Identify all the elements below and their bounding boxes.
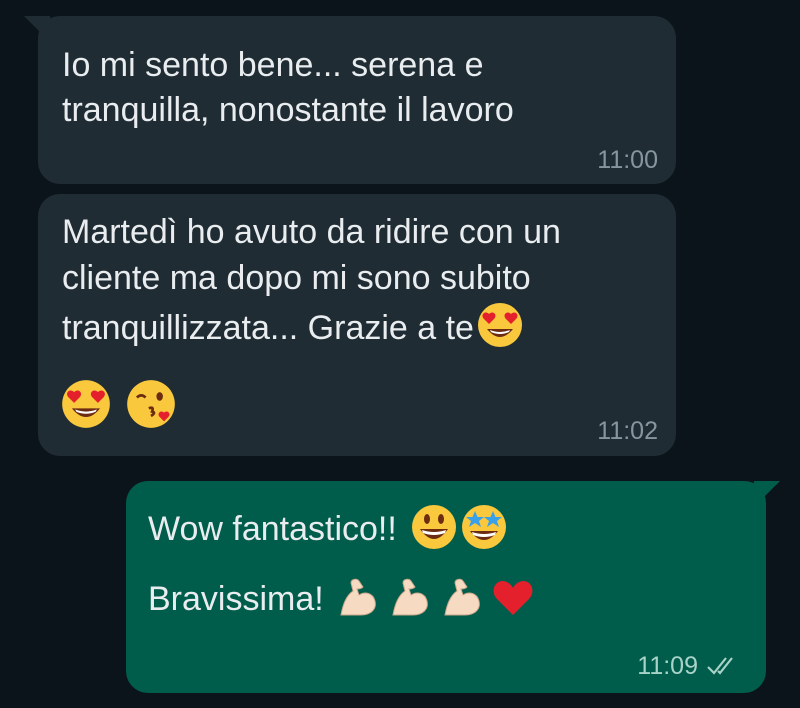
message-bubble-incoming[interactable]: Io mi sento bene... serena e tranquilla,… xyxy=(24,16,676,184)
kissing-wink-emoji xyxy=(127,380,176,428)
star-struck-emoji xyxy=(462,505,507,550)
message-text-line-with-emoji: Bravissima! xyxy=(148,577,537,622)
message-text-line: tranquillizzata... Grazie a te xyxy=(62,309,474,347)
message-text-line-with-emoji: tranquillizzata... Grazie a te xyxy=(62,303,524,351)
message-text-line: Martedì ho avuto da ridire con un xyxy=(62,213,561,251)
message-text-line-with-emoji: Wow fantastico!! xyxy=(148,505,508,552)
message-time: 11:00 xyxy=(597,146,658,174)
message-time: 11:02 xyxy=(597,417,658,445)
message-text-line: Wow fantastico!! xyxy=(148,510,397,548)
bubble-tail xyxy=(754,481,780,507)
flexed-biceps-emoji xyxy=(444,578,481,616)
message-bubble-outgoing[interactable]: Wow fantastico!! Bravissima! 11:09 xyxy=(126,481,780,693)
heart-eyes-emoji xyxy=(62,380,110,428)
flexed-biceps-emoji xyxy=(392,578,429,616)
emoji-row xyxy=(60,378,177,430)
flexed-biceps-emoji xyxy=(340,578,377,616)
message-text-line: Bravissima! xyxy=(148,580,324,618)
bubble-tail xyxy=(24,16,50,42)
double-check-read-icon xyxy=(707,657,733,675)
message-bubble-incoming[interactable]: Martedì ho avuto da ridire con un client… xyxy=(38,194,676,456)
message-text: Io mi sento bene... serena e tranquilla,… xyxy=(62,46,514,129)
heart-eyes-emoji xyxy=(477,303,522,348)
grinning-emoji xyxy=(412,505,457,550)
red-heart-emoji xyxy=(493,581,533,616)
message-time: 11:09 xyxy=(637,652,698,680)
message-text-line: cliente ma dopo mi sono subito xyxy=(62,259,531,297)
